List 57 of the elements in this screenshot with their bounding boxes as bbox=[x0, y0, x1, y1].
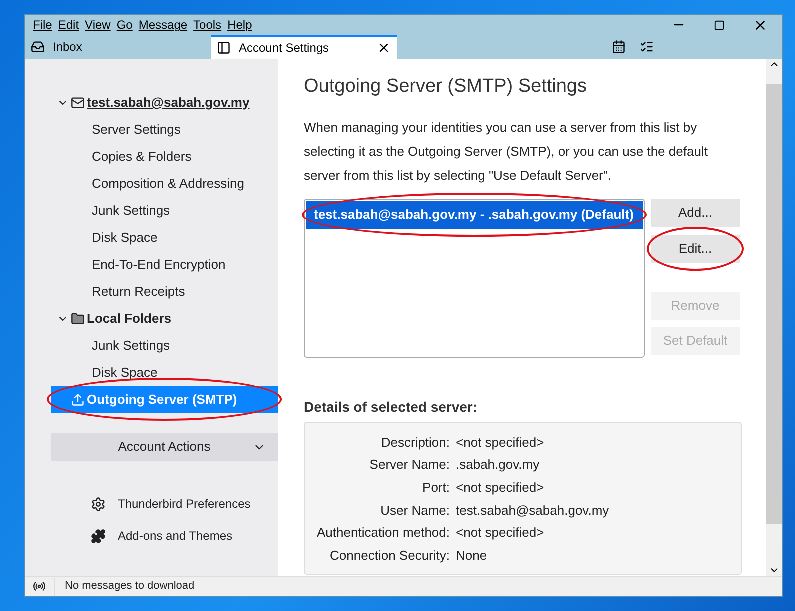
menu-item[interactable]: Help bbox=[224, 16, 256, 34]
settings-item[interactable]: Disk Space bbox=[25, 359, 278, 386]
detail-value: <not specified> bbox=[456, 434, 546, 452]
settings-item[interactable]: Return Receipts bbox=[25, 278, 278, 305]
settings-item[interactable]: Server Settings bbox=[25, 116, 278, 143]
task-list-icon[interactable] bbox=[640, 40, 654, 54]
folder-icon bbox=[71, 312, 85, 326]
menu-item[interactable]: Tools bbox=[190, 16, 225, 34]
detail-label: Port: bbox=[422, 478, 450, 497]
tab[interactable]: Account Settings bbox=[211, 35, 397, 59]
server-action-button[interactable]: Add... bbox=[651, 198, 740, 226]
menu-item[interactable]: View bbox=[82, 16, 114, 34]
settings-item[interactable]: Composition & Addressing bbox=[25, 170, 278, 197]
puzzle-icon bbox=[91, 528, 106, 544]
detail-value: None bbox=[456, 546, 488, 565]
detail-label: Connection Security: bbox=[329, 546, 450, 565]
inbox-icon bbox=[31, 40, 45, 54]
detail-label: Server Name: bbox=[368, 456, 450, 474]
settings-item[interactable]: Junk Settings bbox=[25, 332, 278, 359]
signal-icon bbox=[33, 580, 46, 593]
section-heading: Details of selected server: bbox=[304, 398, 479, 416]
description-text: When managing your identities you can use a server from this list by selecting it as the Outgoing Server (SMTP), or you can use the default server from this list by selecting "Use Default Server". bbox=[304, 118, 709, 185]
calendar-icon[interactable] bbox=[612, 40, 626, 54]
close-tab-icon[interactable] bbox=[377, 41, 391, 55]
footer-link[interactable]: Thunderbird Preferences bbox=[91, 495, 278, 513]
settings-item[interactable]: End-To-End Encryption bbox=[25, 251, 278, 278]
detail-value: <not specified> bbox=[456, 524, 546, 542]
menu-item[interactable]: File bbox=[30, 16, 56, 34]
menu-item[interactable]: Edit bbox=[55, 16, 82, 34]
outbox-icon bbox=[71, 392, 85, 406]
account-actions-button[interactable]: Account Actions bbox=[51, 433, 278, 461]
account-tree-item[interactable]: Local Folders bbox=[51, 305, 278, 332]
footer-link[interactable]: Add-ons and Themes bbox=[91, 527, 278, 545]
page-title: Outgoing Server (SMTP) Settings bbox=[304, 75, 588, 99]
tab-label: Inbox bbox=[53, 39, 84, 56]
detail-label: Authentication method: bbox=[316, 524, 450, 542]
menu-item[interactable]: Go bbox=[114, 16, 136, 34]
detail-value: test.sabah@sabah.gov.my bbox=[456, 502, 610, 520]
detail-value: <not specified> bbox=[456, 478, 546, 497]
server-action-button[interactable]: Edit... bbox=[651, 234, 740, 262]
tab[interactable]: Inbox bbox=[25, 35, 205, 59]
status-text: No messages to download bbox=[65, 579, 195, 594]
detail-label: Description: bbox=[380, 434, 450, 452]
server-row[interactable]: test.sabah@sabah.gov.my - .sabah.gov.my (Default) bbox=[306, 200, 643, 228]
menu-item[interactable]: Message bbox=[136, 16, 191, 34]
detail-value: .sabah.gov.my bbox=[456, 456, 541, 474]
gear-icon bbox=[91, 496, 106, 512]
maximize-icon[interactable] bbox=[714, 20, 725, 30]
panel-icon bbox=[217, 41, 231, 55]
envelope-icon bbox=[71, 96, 85, 110]
detail-label: User Name: bbox=[380, 502, 450, 520]
account-tree-item[interactable]: test.sabah@sabah.gov.my bbox=[51, 89, 278, 116]
settings-item[interactable]: Junk Settings bbox=[25, 197, 278, 224]
settings-item[interactable]: Disk Space bbox=[25, 224, 278, 251]
account-tree-item[interactable]: Outgoing Server (SMTP) bbox=[51, 386, 278, 413]
settings-item[interactable]: Copies & Folders bbox=[25, 143, 278, 170]
tab-label: Account Settings bbox=[239, 40, 330, 57]
